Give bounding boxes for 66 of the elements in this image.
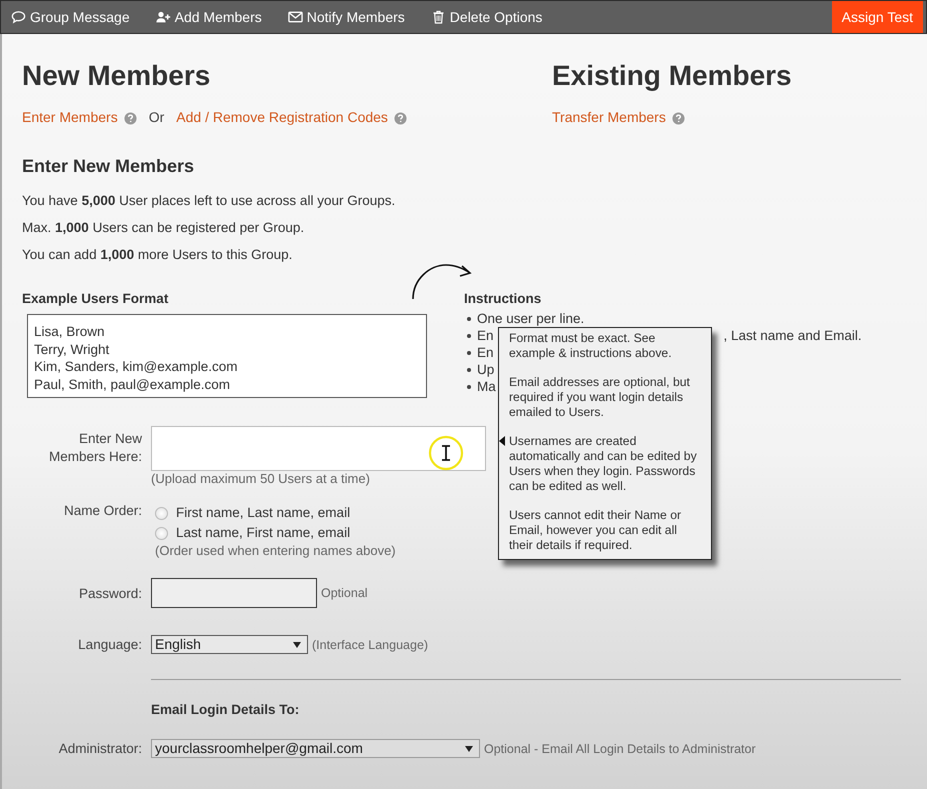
text-cursor-icon (428, 435, 464, 471)
members-input-field[interactable] (151, 426, 486, 471)
optional-hint: Optional (321, 586, 368, 600)
envelope-icon (288, 10, 303, 24)
instruction-text: En (477, 327, 494, 344)
email-section-label: Email Login Details To: (151, 702, 300, 718)
help-icon (124, 112, 137, 124)
bullet-icon (467, 316, 471, 320)
radio-option[interactable]: First name, Last name, email (155, 503, 396, 523)
upload-note: (Upload maximum 50 Users at a time) (151, 471, 370, 486)
transfer-members-link[interactable]: Transfer Members (552, 109, 666, 125)
toolbar-button[interactable]: Add Members (156, 9, 262, 25)
toolbar-button[interactable]: Delete Options (430, 9, 542, 25)
radio-button[interactable] (155, 506, 168, 520)
info-text: You can add 1,000 more Users to this Group. (22, 247, 294, 263)
or-text: Or (148, 109, 164, 125)
help-icon (672, 112, 685, 124)
example-line: Terry, Wright (34, 340, 110, 358)
caret-icon (293, 642, 301, 648)
toolbar-button[interactable]: Group Message (11, 9, 130, 25)
tooltip-text: Usernames are created automatically and can be edited by Users when they login. Passwords can be edited as well. (509, 434, 698, 494)
example-line: Kim, Sanders, kim@example.com (34, 358, 239, 376)
administrator-dropdown[interactable]: yourclassroomhelper@gmail.com (151, 739, 480, 758)
assign-test-button[interactable]: Assign Test (832, 1, 923, 33)
language-hint: (Interface Language) (312, 638, 428, 652)
instruction-text: Ma (477, 378, 496, 395)
section-heading: Enter New Members (22, 155, 196, 177)
bullet-icon (467, 368, 471, 372)
example-line: Lisa, Brown (34, 323, 106, 340)
bullet-icon (467, 350, 471, 354)
example-line: Paul, Smith, paul@example.com (34, 376, 232, 393)
page-heading: Existing Members (552, 60, 793, 92)
info-text: You have 5,000 User places left to use across all your Groups. (22, 193, 396, 209)
tooltip-text: Email addresses are optional, but required if you want login details emailed to Users. (509, 375, 691, 420)
field-label: Enter New Members Here: (48, 430, 142, 466)
instruction-text: En (477, 344, 494, 361)
bullet-icon (467, 334, 471, 338)
pointer-icon (499, 436, 505, 446)
enter-members-link[interactable]: Enter Members (22, 109, 118, 125)
field-label: Language: (77, 637, 142, 652)
user-plus-icon (156, 10, 171, 24)
field-label: Name Order: (62, 503, 142, 518)
order-note: (Order used when entering names above) (155, 543, 396, 558)
info-text: Max. 1,000 Users can be registered per Group. (22, 220, 306, 236)
instruction-text: , Last name and Email. (724, 327, 862, 344)
tooltip-text: Format must be exact. See example & instructions above. (509, 331, 673, 361)
instruction-text: One user per line. (477, 310, 584, 327)
page-heading: New Members (22, 60, 212, 92)
registration-codes-link[interactable]: Add / Remove Registration Codes (176, 109, 388, 125)
radio-option[interactable]: Last name, First name, email (155, 523, 396, 543)
help-icon (394, 112, 407, 124)
password-field[interactable] (151, 578, 317, 608)
administrator-hint: Optional - Email All Login Details to Administrator (484, 742, 756, 756)
field-label: Administrator: (58, 741, 142, 756)
radio-button[interactable] (155, 526, 168, 540)
speech-bubble-icon (11, 10, 26, 24)
language-dropdown[interactable]: English (151, 635, 308, 654)
instructions-label: Instructions (464, 291, 542, 307)
example-label: Example Users Format (22, 291, 170, 307)
trash-icon (430, 10, 446, 24)
instruction-text: Up (477, 361, 494, 378)
caret-icon (465, 746, 473, 752)
tooltip-text: Users cannot edit their Name or Email, however you can edit all their details if required. (509, 508, 682, 553)
toolbar-button[interactable]: Notify Members (288, 9, 405, 25)
bullet-icon (467, 384, 471, 388)
field-label: Password: (78, 586, 142, 600)
